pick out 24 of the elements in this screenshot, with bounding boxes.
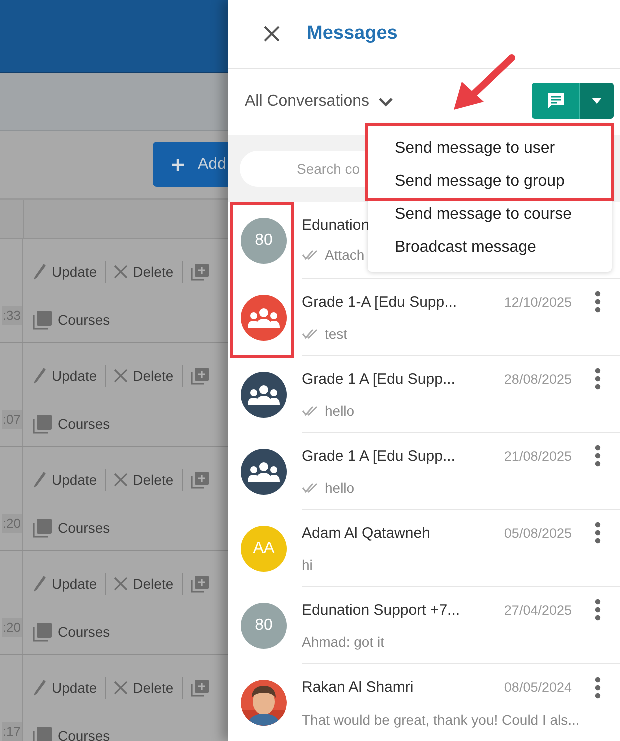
conversation-name: Grade 1-A [Edu Supp... <box>302 294 458 310</box>
conversation-name: Rakan Al Shamri <box>302 679 414 696</box>
conversation-name: Adam Al Qatawneh <box>302 524 430 542</box>
message-preview: That would be great, thank you! Could I als... <box>302 712 580 728</box>
conversation-name: Grade 1 A [Edu Supp... <box>302 448 456 464</box>
avatar: AA <box>241 526 287 572</box>
conversation-date: 21/08/2025 <box>504 448 572 464</box>
conversation-date: 28/08/2025 <box>504 372 572 386</box>
conversation-name: Edunation <box>302 216 370 234</box>
avatar: 80 <box>241 602 287 648</box>
conversation-name: Grade 1 A [Edu Supp... <box>302 370 456 388</box>
message-preview: hello <box>325 403 355 419</box>
message-preview: Attach <box>325 246 365 262</box>
conversation-date: 05/08/2025 <box>504 526 572 540</box>
message-preview: Ahmad: got it <box>302 634 384 650</box>
panel-title: Messages <box>307 22 398 45</box>
message-preview: test <box>325 326 348 342</box>
conversation-name: Edunation Support +7... <box>302 602 460 618</box>
message-preview: hello <box>325 480 355 496</box>
message-preview: hi <box>302 557 313 573</box>
avatar: 80 <box>241 218 287 264</box>
conversation-date: 12/10/2025 <box>504 294 572 310</box>
conversation-date: 08/05/2024 <box>504 680 572 695</box>
conversation-date: 27/04/2025 <box>504 602 572 618</box>
